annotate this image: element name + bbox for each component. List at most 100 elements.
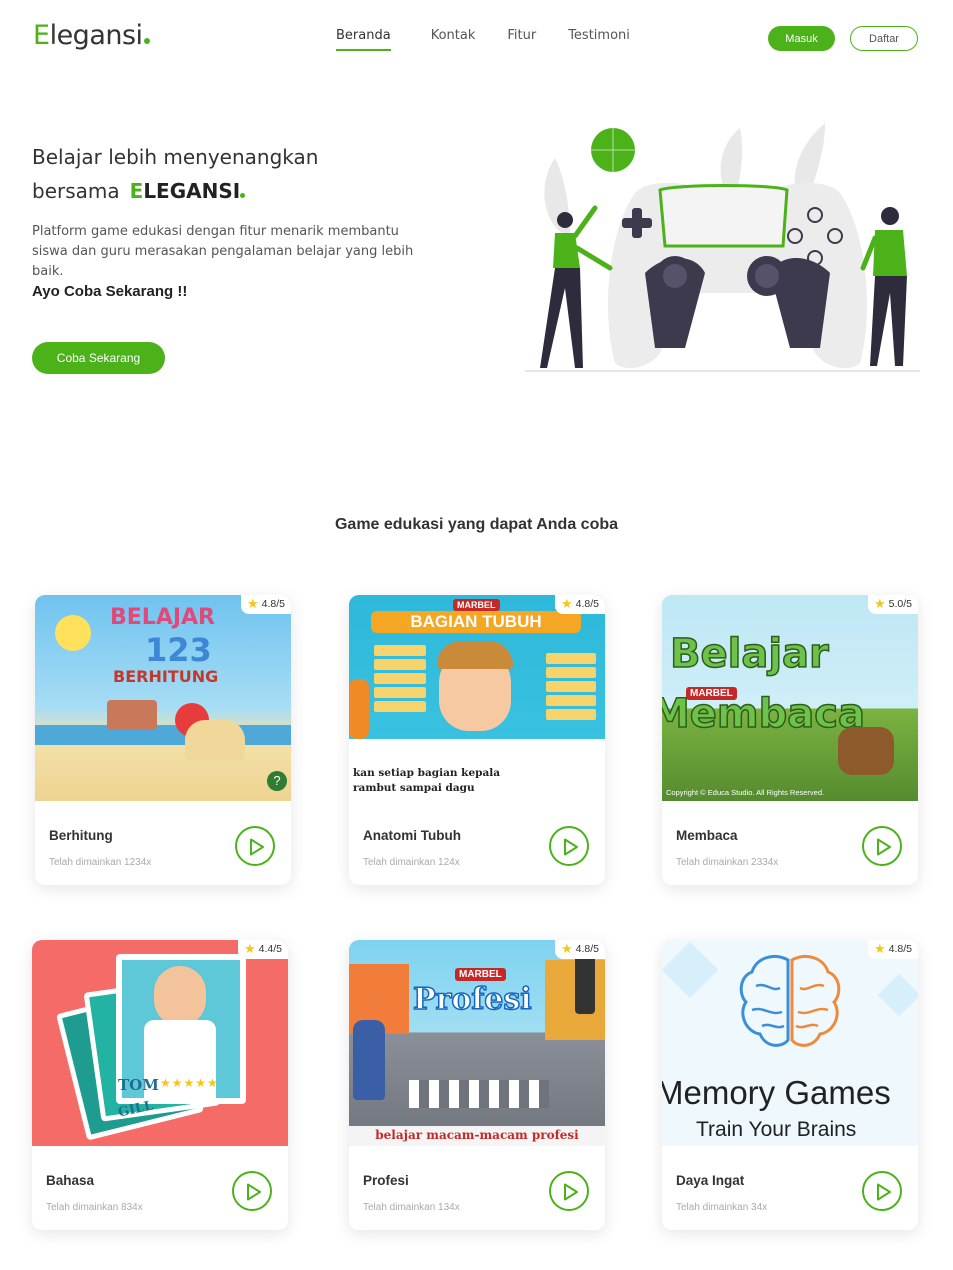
game-thumbnail: Belajar MARBEL Membaca Copyright © Educa… <box>662 595 918 801</box>
rating-badge: ★ 4.4/5 <box>237 940 288 959</box>
rating-badge: ★ 4.8/5 <box>867 940 918 959</box>
stars-decoration: ★★★★★ <box>160 1076 219 1090</box>
label-column-left <box>374 645 426 725</box>
thumb-copyright: Copyright © Educa Studio. All Rights Res… <box>666 788 825 797</box>
play-button[interactable] <box>862 826 902 866</box>
play-count: Telah dimainkan 2334x <box>676 857 779 868</box>
play-icon <box>564 838 578 856</box>
hero-brand: ELEGANSI <box>130 179 246 203</box>
mascot-shape <box>349 679 369 739</box>
nav-link-kontak[interactable]: Kontak <box>431 28 476 51</box>
hero-title-line1: Belajar lebih menyenangkan <box>32 145 319 169</box>
game-thumbnail: BELAJAR 123 BERHITUNG ? ★ 4.8/5 <box>35 595 291 801</box>
game-title: Profesi <box>363 1173 409 1188</box>
help-icon: ? <box>267 771 287 791</box>
game-title: Berhitung <box>49 828 113 843</box>
thumb-title: BELAJAR <box>110 605 215 630</box>
logo-dot <box>143 38 150 44</box>
logo[interactable]: Elegansi <box>33 20 150 51</box>
play-button[interactable] <box>549 1171 589 1211</box>
play-button[interactable] <box>862 1171 902 1211</box>
play-count: Telah dimainkan 1234x <box>49 857 152 868</box>
game-thumbnail: TOM ★★★★★ GILL ★ 4.4/5 <box>32 940 288 1146</box>
nav-link-beranda[interactable]: Beranda <box>336 28 391 51</box>
games-section-title: Game edukasi yang dapat Anda coba <box>334 516 619 533</box>
thumb-title: Profesi <box>412 981 532 1018</box>
navbar: Elegansi Beranda Kontak Fitur Testimoni … <box>0 0 953 80</box>
traffic-light-shape <box>575 954 595 1014</box>
thumb-title: BAGIAN TUBUH <box>371 611 581 633</box>
play-count: Telah dimainkan 34x <box>676 1202 768 1213</box>
rating-badge: ★ 5.0/5 <box>867 595 918 614</box>
diamond-decoration <box>877 973 918 1017</box>
play-button[interactable] <box>232 1171 272 1211</box>
game-title: Anatomi Tubuh <box>363 828 461 843</box>
thumb-subtitle: BERHITUNG <box>113 667 219 686</box>
star-icon: ★ <box>246 596 259 611</box>
hero-title-line2: bersama ELEGANSI <box>32 174 318 208</box>
police-shape <box>353 1020 385 1100</box>
try-now-button[interactable]: Coba Sekarang <box>32 342 165 374</box>
play-icon <box>877 838 891 856</box>
nav-link-testimoni[interactable]: Testimoni <box>568 28 630 51</box>
face-shape <box>154 966 206 1026</box>
rating-badge: ★ 4.8/5 <box>554 940 605 959</box>
game-thumbnail: Memory Games Train Your Brains ★ 4.8/5 <box>662 940 918 1146</box>
star-icon: ★ <box>560 596 573 611</box>
brain-icon <box>739 955 841 1047</box>
game-title: Daya Ingat <box>676 1173 745 1188</box>
star-icon: ★ <box>243 941 256 956</box>
gamepad-illustration <box>525 123 920 372</box>
play-count: Telah dimainkan 124x <box>363 857 460 868</box>
game-title: Membaca <box>676 828 738 843</box>
thumb-caption-1: kan setiap bagian kepala <box>353 767 501 779</box>
game-card-daya-ingat[interactable]: Memory Games Train Your Brains ★ 4.8/5 Da… <box>662 940 918 1230</box>
nav-links: Beranda Kontak Fitur Testimoni <box>336 28 662 51</box>
star-icon: ★ <box>560 941 573 956</box>
thumb-title: Belajar <box>669 630 829 678</box>
login-button[interactable]: Masuk <box>768 26 835 51</box>
play-icon <box>250 838 264 856</box>
thumb-subtitle: Train Your Brains <box>696 1118 857 1141</box>
goat-shape <box>838 727 894 775</box>
game-card-bahasa[interactable]: TOM ★★★★★ GILL ★ 4.4/5 Bahasa Telah dimai… <box>32 940 288 1230</box>
rating-badge: ★ 4.8/5 <box>554 595 605 614</box>
hero-cta-text: Ayo Coba Sekarang !! <box>32 283 188 300</box>
crosswalk-shape <box>409 1080 549 1108</box>
star-icon: ★ <box>873 596 886 611</box>
nav-link-fitur[interactable]: Fitur <box>507 28 536 51</box>
thumb-brand: MARBEL <box>453 599 500 611</box>
sandcastle-shape <box>185 720 245 760</box>
game-card-membaca[interactable]: Belajar MARBEL Membaca Copyright © Educa… <box>662 595 918 885</box>
sun-shape <box>55 615 91 651</box>
game-card-berhitung[interactable]: BELAJAR 123 BERHITUNG ? ★ 4.8/5 Berhitung… <box>35 595 291 885</box>
game-title: Bahasa <box>46 1173 95 1188</box>
play-count: Telah dimainkan 834x <box>46 1202 143 1213</box>
diamond-decoration <box>662 941 719 999</box>
game-thumbnail: MARBEL BAGIAN TUBUH kan setiap bagian ke… <box>349 595 605 801</box>
play-icon <box>877 1183 891 1201</box>
game-thumbnail: MARBEL Profesi belajar macam-macam profe… <box>349 940 605 1146</box>
play-count: Telah dimainkan 134x <box>363 1202 460 1213</box>
play-icon <box>247 1183 261 1201</box>
thumb-title: Memory Games <box>662 1074 891 1111</box>
thumb-caption-2: rambut sampai dagu <box>353 782 475 794</box>
thumb-name-1: TOM <box>118 1076 159 1094</box>
play-button[interactable] <box>549 826 589 866</box>
thumb-subtitle: Membaca <box>662 690 866 738</box>
hair-shape <box>437 641 513 669</box>
thumb-brand: MARBEL <box>455 968 506 981</box>
play-icon <box>564 1183 578 1201</box>
hero-description: Platform game edukasi dengan fitur menar… <box>32 224 414 279</box>
sea-shape <box>35 725 291 745</box>
rating-badge: ★ 4.8/5 <box>240 595 291 614</box>
play-button[interactable] <box>235 826 275 866</box>
label-column-right <box>546 653 596 733</box>
game-card-profesi[interactable]: MARBEL Profesi belajar macam-macam profe… <box>349 940 605 1230</box>
thumb-caption: belajar macam-macam profesi <box>349 1126 605 1146</box>
thumb-numbers: 123 <box>145 631 212 669</box>
register-button[interactable]: Daftar <box>850 26 918 51</box>
book-shape <box>107 700 157 730</box>
hero-title: Belajar lebih menyenangkan bersama ELEGAN… <box>32 140 318 208</box>
game-card-anatomi-tubuh[interactable]: MARBEL BAGIAN TUBUH kan setiap bagian ke… <box>349 595 605 885</box>
